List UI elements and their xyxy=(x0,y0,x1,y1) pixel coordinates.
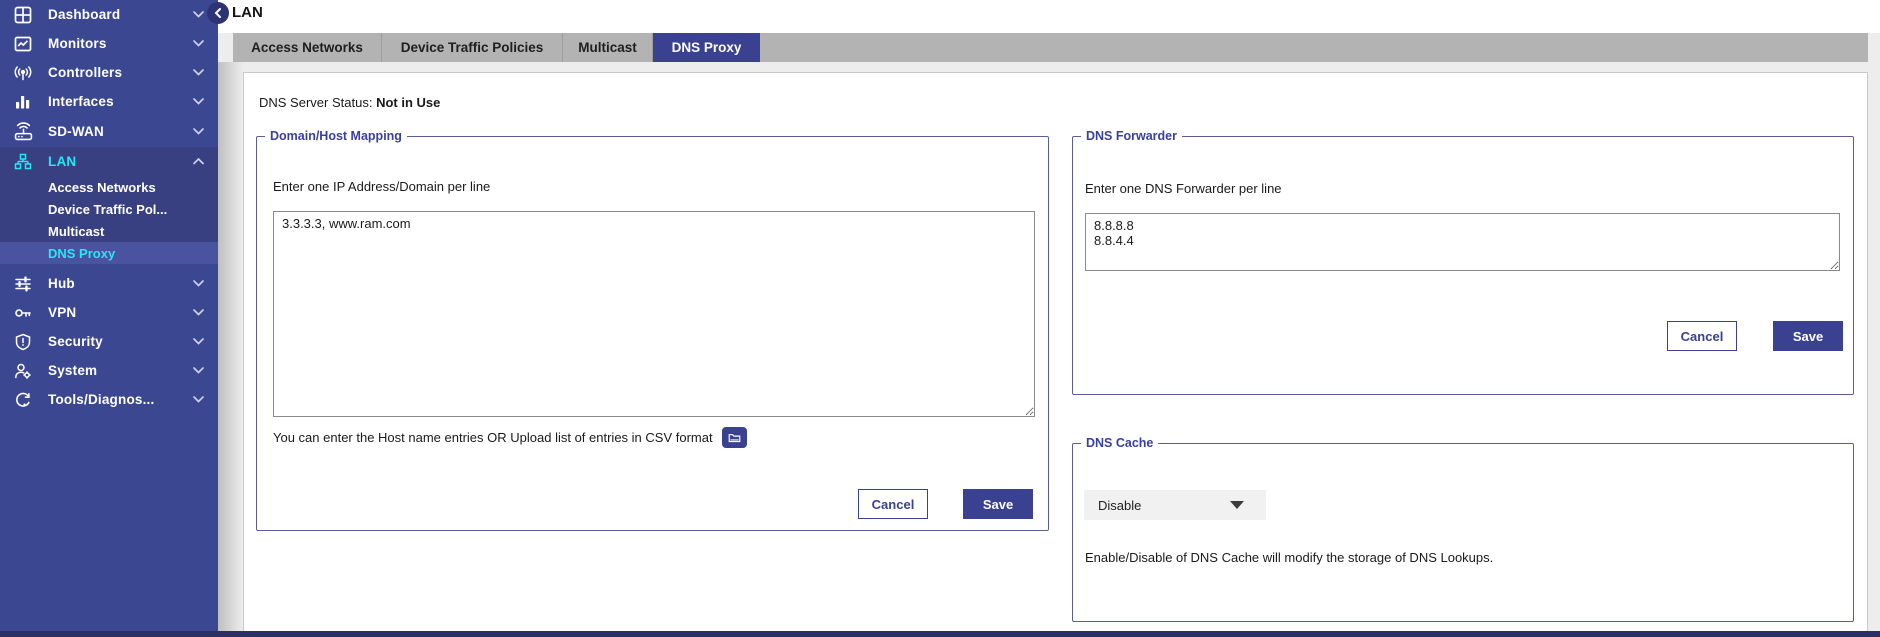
user-gear-icon xyxy=(13,361,33,381)
dns-cache-note: Enable/Disable of DNS Cache will modify … xyxy=(1085,550,1493,565)
tab-multicast[interactable]: Multicast xyxy=(563,33,653,62)
dns-forwarder-hint: Enter one DNS Forwarder per line xyxy=(1085,181,1282,196)
chevron-down-icon[interactable] xyxy=(193,367,204,374)
tab-access-networks[interactable]: Access Networks xyxy=(233,33,382,62)
sidebar: Dashboard Monitors Controllers xyxy=(0,0,218,631)
tools-refresh-icon xyxy=(13,390,33,410)
sidebar-item-controllers[interactable]: Controllers xyxy=(0,58,218,87)
folder-upload-icon xyxy=(728,432,741,443)
tab-label: Device Traffic Policies xyxy=(401,40,544,55)
chevron-left-icon xyxy=(213,7,223,19)
sidebar-group-lan: LAN Access Networks Device Traffic Pol..… xyxy=(0,147,218,264)
sidebar-item-label: Interfaces xyxy=(48,94,193,109)
shield-icon xyxy=(13,332,33,352)
back-button[interactable] xyxy=(207,2,229,24)
domain-host-mapping-legend: Domain/Host Mapping xyxy=(265,129,407,143)
sub-item-label: Multicast xyxy=(48,224,104,239)
sidebar-item-label: Hub xyxy=(48,276,193,291)
chevron-down-icon[interactable] xyxy=(193,69,204,76)
sidebar-item-label: Monitors xyxy=(48,36,193,51)
sidebar-item-system[interactable]: System xyxy=(0,356,218,385)
chevron-down-icon[interactable] xyxy=(193,98,204,105)
sidebar-item-security[interactable]: Security xyxy=(0,327,218,356)
sidebar-item-label: SD-WAN xyxy=(48,124,193,139)
chevron-down-icon[interactable] xyxy=(193,309,204,316)
domain-host-mapping-hint: Enter one IP Address/Domain per line xyxy=(273,179,490,194)
hub-icon xyxy=(13,274,33,294)
sidebar-item-vpn[interactable]: VPN xyxy=(0,298,218,327)
dns-forwarder-legend: DNS Forwarder xyxy=(1081,129,1182,143)
sidebar-item-device-traffic-policies[interactable]: Device Traffic Pol... xyxy=(0,198,218,220)
dns-cache-fieldset: DNS Cache Disable Enable/Disable of DNS … xyxy=(1072,436,1854,622)
app-screen: Dashboard Monitors Controllers xyxy=(0,0,1880,637)
sidebar-item-access-networks[interactable]: Access Networks xyxy=(0,176,218,198)
sidebar-item-dns-proxy[interactable]: DNS Proxy xyxy=(0,242,218,264)
status-value: Not in Use xyxy=(376,95,440,110)
header-bar xyxy=(218,0,1880,33)
cancel-button[interactable]: Cancel xyxy=(1667,321,1737,351)
controllers-icon xyxy=(13,63,33,83)
monitors-icon xyxy=(13,34,33,54)
sidebar-item-label: Tools/Diagnos... xyxy=(48,392,193,407)
lan-icon xyxy=(13,152,33,172)
domain-host-mapping-actions: Cancel Save xyxy=(858,489,1033,519)
sidebar-item-multicast[interactable]: Multicast xyxy=(0,220,218,242)
tab-label: Access Networks xyxy=(251,40,363,55)
dns-cache-legend: DNS Cache xyxy=(1081,436,1158,450)
sidebar-item-interfaces[interactable]: Interfaces xyxy=(0,87,218,116)
sidebar-item-monitors[interactable]: Monitors xyxy=(0,29,218,58)
dashboard-icon xyxy=(13,5,33,25)
sidebar-item-label: Dashboard xyxy=(48,7,193,22)
vpn-key-icon xyxy=(13,303,33,323)
chevron-down-icon[interactable] xyxy=(193,280,204,287)
chevron-down-icon[interactable] xyxy=(193,40,204,47)
caret-down-icon xyxy=(1230,501,1244,509)
dns-forwarder-textarea[interactable]: 8.8.8.8 8.8.4.4 xyxy=(1085,213,1840,271)
sidebar-item-label: System xyxy=(48,363,193,378)
domain-host-mapping-textarea[interactable]: 3.3.3.3, www.ram.com xyxy=(273,211,1035,417)
tab-dns-proxy[interactable]: DNS Proxy xyxy=(653,33,760,62)
dns-proxy-panel: DNS Server Status: Not in Use Domain/Hos… xyxy=(243,72,1868,632)
dns-cache-selected-option: Disable xyxy=(1084,498,1230,513)
chevron-down-icon[interactable] xyxy=(193,128,204,135)
page-title: LAN xyxy=(232,4,263,21)
sidebar-item-label: LAN xyxy=(48,154,193,169)
tab-label: DNS Proxy xyxy=(672,40,742,55)
sidebar-item-tools-diagnostics[interactable]: Tools/Diagnos... xyxy=(0,385,218,414)
dns-server-status: DNS Server Status: Not in Use xyxy=(259,95,440,110)
sidebar-item-hub[interactable]: Hub xyxy=(0,269,218,298)
sub-item-label: Device Traffic Pol... xyxy=(48,202,167,217)
dns-forwarder-fieldset: DNS Forwarder Enter one DNS Forwarder pe… xyxy=(1072,129,1854,395)
dns-forwarder-actions: Cancel Save xyxy=(1667,321,1843,351)
chevron-down-icon[interactable] xyxy=(193,11,204,18)
sidebar-item-label: Security xyxy=(48,334,193,349)
save-button[interactable]: Save xyxy=(1773,321,1843,351)
status-label: DNS Server Status: xyxy=(259,95,372,110)
tab-device-traffic-policies[interactable]: Device Traffic Policies xyxy=(382,33,563,62)
interfaces-icon xyxy=(13,92,33,112)
tab-bar: Access Networks Device Traffic Policies … xyxy=(233,33,1868,62)
cancel-button[interactable]: Cancel xyxy=(858,489,928,519)
csv-note: You can enter the Host name entries OR U… xyxy=(273,430,713,445)
sidebar-item-lan[interactable]: LAN xyxy=(0,147,218,176)
dns-cache-dropdown[interactable]: Disable xyxy=(1084,490,1266,520)
folder-upload-button[interactable] xyxy=(722,427,747,448)
sidebar-item-dashboard[interactable]: Dashboard xyxy=(0,0,218,29)
chevron-down-icon[interactable] xyxy=(193,338,204,345)
sub-item-label: Access Networks xyxy=(48,180,156,195)
sidebar-item-sdwan[interactable]: SD-WAN xyxy=(0,116,218,147)
sdwan-icon xyxy=(13,122,33,142)
sub-item-label: DNS Proxy xyxy=(48,246,115,261)
bottom-strip xyxy=(0,631,1880,637)
chevron-down-icon[interactable] xyxy=(193,396,204,403)
sidebar-item-label: VPN xyxy=(48,305,193,320)
tab-label: Multicast xyxy=(578,40,637,55)
chevron-up-icon[interactable] xyxy=(193,158,204,165)
domain-host-mapping-fieldset: Domain/Host Mapping Enter one IP Address… xyxy=(256,129,1049,531)
csv-upload-line: You can enter the Host name entries OR U… xyxy=(273,427,747,448)
sidebar-item-label: Controllers xyxy=(48,65,193,80)
save-button[interactable]: Save xyxy=(963,489,1033,519)
